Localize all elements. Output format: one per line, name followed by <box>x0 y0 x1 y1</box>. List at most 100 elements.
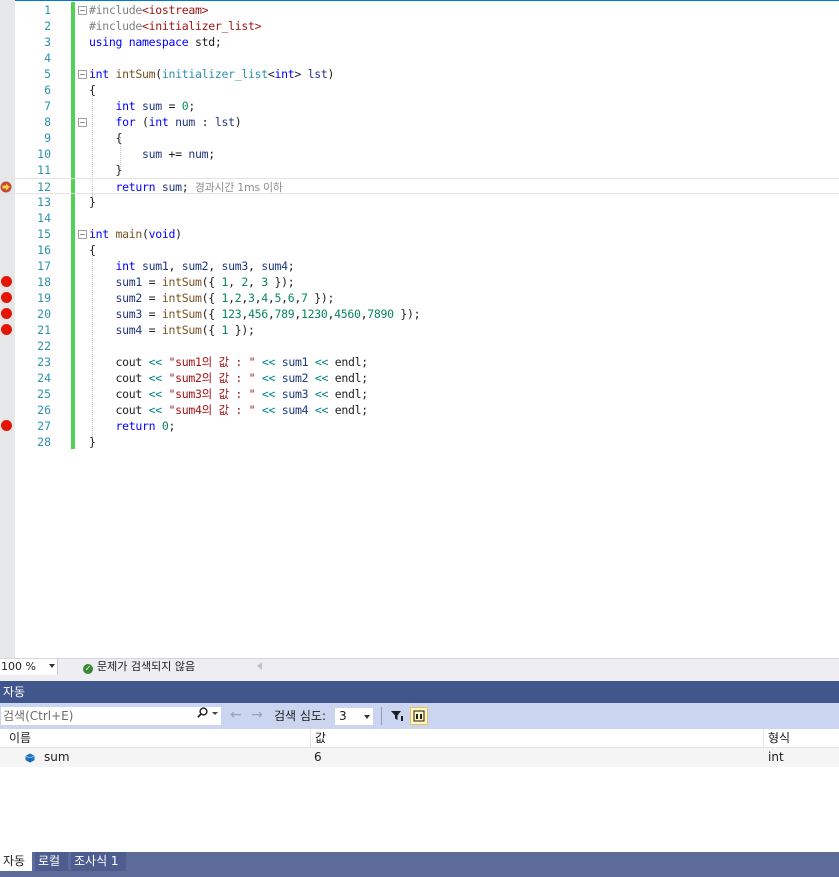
chevron-down-icon <box>49 664 55 668</box>
collapse-icon[interactable]: − <box>78 230 87 239</box>
code-text: sum1 = intSum({ 1, 2, 3 }); <box>115 275 295 289</box>
code-line[interactable]: 20 sum3 = intSum({ 123,456,789,1230,4560… <box>0 306 839 322</box>
code-text: { <box>89 243 96 257</box>
code-text: using namespace std; <box>89 35 222 49</box>
column-name-header[interactable]: 이름 <box>5 729 31 748</box>
line-number: 19 <box>37 291 51 305</box>
debug-window-tabs: 자동 로컬 조사식 1 <box>0 852 839 877</box>
code-line[interactable]: 3 using namespace std; <box>0 34 839 50</box>
search-placeholder: 검색(Ctrl+E) <box>3 709 74 723</box>
line-number: 17 <box>37 259 51 273</box>
code-line[interactable]: 12 return sum; 경과시간 1ms 이하 <box>0 178 839 194</box>
breakpoint-icon[interactable] <box>1 292 12 303</box>
breakpoint-icon[interactable] <box>1 308 12 319</box>
line-number: 4 <box>44 51 51 65</box>
breakpoint-icon[interactable] <box>1 420 12 431</box>
code-line[interactable]: 5 − int intSum(initializer_list<int> lst) <box>0 66 839 82</box>
breakpoint-icon[interactable] <box>1 276 12 287</box>
code-line[interactable]: 15 − int main(void) <box>0 226 839 242</box>
code-line[interactable]: 24 cout << "sum2의 값 : " << sum2 << endl; <box>0 370 839 386</box>
tab-watch-1[interactable]: 조사식 1 <box>71 852 126 871</box>
code-line[interactable]: 9 { <box>0 130 839 146</box>
code-line[interactable]: 14 <box>0 210 839 226</box>
search-options-dropdown-icon[interactable] <box>212 712 218 715</box>
code-line[interactable]: 18 sum1 = intSum({ 1, 2, 3 }); <box>0 274 839 290</box>
line-number: 26 <box>37 403 51 417</box>
code-line[interactable]: 8 − for (int num : lst) <box>0 114 839 130</box>
code-line[interactable]: 25 cout << "sum3의 값 : " << sum3 << endl; <box>0 386 839 402</box>
search-depth-select[interactable]: 3 <box>334 707 374 726</box>
row-name: sum <box>44 750 70 764</box>
code-line[interactable]: 2 #include<initializer_list> <box>0 18 839 34</box>
editor-top-border <box>0 0 839 1</box>
collapse-icon[interactable]: − <box>78 6 87 15</box>
filter-pin-icon[interactable] <box>388 707 406 725</box>
code-text: cout << "sum4의 값 : " << sum4 << endl; <box>89 403 368 417</box>
code-line[interactable]: 6{ <box>0 82 839 98</box>
code-line[interactable]: 17 int sum1, sum2, sum3, sum4; <box>0 258 839 274</box>
line-number: 10 <box>37 147 51 161</box>
perf-tip[interactable]: 경과시간 1ms 이하 <box>188 181 283 194</box>
code-text: int main(void) <box>89 227 182 241</box>
line-number: 5 <box>44 67 51 81</box>
autos-search-input[interactable]: 검색(Ctrl+E) <box>0 706 222 726</box>
collapse-icon[interactable]: − <box>78 70 87 79</box>
tab-locals[interactable]: 로컬 <box>35 852 68 871</box>
code-line[interactable]: 1 − #include<iostream> <box>0 2 839 18</box>
code-line[interactable]: 16 { <box>0 242 839 258</box>
hex-view-icon[interactable] <box>410 707 428 725</box>
breakpoint-icon[interactable] <box>1 324 12 335</box>
code-line[interactable]: 19 sum2 = intSum({ 1,2,3,4,5,6,7 }); <box>0 290 839 306</box>
tab-autos[interactable]: 자동 <box>0 852 32 871</box>
autos-grid-header: 이름 값 형식 <box>0 729 839 748</box>
row-value[interactable]: 6 <box>314 748 322 767</box>
code-line[interactable]: 7 int sum = 0; <box>0 98 839 114</box>
line-number: 14 <box>37 211 51 225</box>
code-text: } <box>89 163 123 177</box>
line-number: 23 <box>37 355 51 369</box>
autos-toolbar: 검색(Ctrl+E) ← → 검색 심도: 3 <box>0 703 839 729</box>
code-line[interactable]: 26 cout << "sum4의 값 : " << sum4 << endl; <box>0 402 839 418</box>
code-editor[interactable]: 1− #include<iostream> 2 #include<initialize… <box>0 0 839 658</box>
code-line[interactable]: 11 } <box>0 162 839 178</box>
code-text: cout << "sum2의 값 : " << sum2 << endl; <box>89 371 368 385</box>
issues-indicator[interactable]: ✓ 문제가 검색되지 않음 <box>83 659 195 674</box>
code-line[interactable]: 10 sum += num; <box>0 146 839 162</box>
line-number: 3 <box>44 35 51 49</box>
line-number: 27 <box>37 419 51 433</box>
code-line[interactable]: 23 cout << "sum1의 값 : " << sum1 << endl; <box>0 354 839 370</box>
code-text: for (int num : lst) <box>115 115 242 129</box>
search-forward-arrow-icon[interactable]: → <box>251 708 263 722</box>
line-number: 8 <box>44 115 51 129</box>
code-text: #include<iostream> <box>89 3 209 17</box>
search-back-arrow-icon[interactable]: ← <box>230 708 242 722</box>
line-number: 22 <box>37 339 51 353</box>
code-text: int sum = 0; <box>115 99 196 113</box>
code-text: } <box>89 435 96 449</box>
code-text: { <box>89 83 96 97</box>
code-line[interactable]: 21 sum4 = intSum({ 1 }); <box>0 322 839 338</box>
line-number: 15 <box>37 227 51 241</box>
code-line[interactable]: 4 <box>0 50 839 66</box>
collapse-icon[interactable]: − <box>78 118 87 127</box>
column-value-header[interactable]: 값 <box>310 729 326 748</box>
autos-panel-title: 자동 <box>0 681 839 703</box>
line-number: 7 <box>44 99 51 113</box>
line-number: 6 <box>44 83 51 97</box>
code-line[interactable]: 28} <box>0 434 839 450</box>
zoom-select[interactable]: 100 % <box>0 659 58 675</box>
scroll-left-icon[interactable] <box>257 662 262 670</box>
code-line[interactable]: 22 <box>0 338 839 354</box>
table-row[interactable]: sum 6 int <box>0 748 839 767</box>
column-type-header[interactable]: 형식 <box>763 729 790 748</box>
zoom-value: 100 % <box>1 660 36 673</box>
check-circle-icon: ✓ <box>83 664 93 674</box>
code-text: cout << "sum1의 값 : " << sum1 << endl; <box>89 355 368 369</box>
code-text: } <box>89 195 96 209</box>
search-icon[interactable] <box>197 707 208 718</box>
code-text: { <box>89 131 123 145</box>
code-line[interactable]: 27 return 0; <box>0 418 839 434</box>
line-number: 21 <box>37 323 51 337</box>
code-text: int intSum(initializer_list<int> lst) <box>89 67 335 81</box>
code-line[interactable]: 13} <box>0 194 839 210</box>
